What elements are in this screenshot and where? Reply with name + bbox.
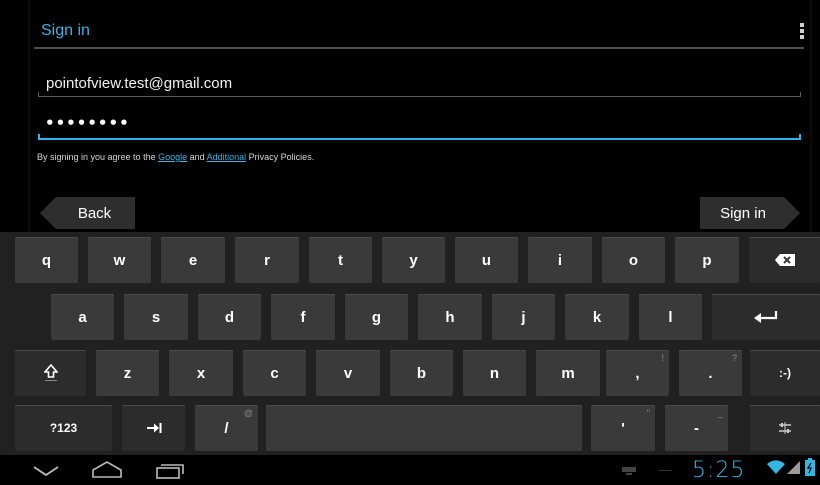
- password-field[interactable]: ••••••••: [36, 114, 801, 138]
- key-p[interactable]: p: [675, 237, 739, 283]
- key-period[interactable]: . ?: [679, 350, 742, 396]
- symbols-key[interactable]: ?123: [15, 405, 112, 451]
- key-b[interactable]: b: [390, 350, 453, 396]
- legal-prefix: By signing in you agree to the: [37, 152, 159, 162]
- password-field-underline: [38, 134, 801, 140]
- tab-key[interactable]: [122, 405, 185, 451]
- key-v[interactable]: v: [316, 350, 380, 396]
- legal-mid: and: [187, 152, 207, 162]
- status-divider: [658, 470, 672, 471]
- battery-icon: [805, 458, 815, 476]
- key-apostrophe-label: ': [621, 419, 625, 437]
- key-x[interactable]: x: [169, 350, 233, 396]
- key-j[interactable]: j: [492, 294, 555, 340]
- title-divider: [34, 47, 804, 49]
- key-c[interactable]: c: [243, 350, 306, 396]
- key-y[interactable]: y: [382, 237, 445, 283]
- overflow-menu-icon[interactable]: [799, 23, 805, 41]
- key-slash[interactable]: / @: [195, 405, 258, 451]
- nav-home-icon[interactable]: [92, 461, 122, 479]
- page-title: Sign in: [41, 22, 90, 39]
- signin-button[interactable]: Sign in: [700, 197, 800, 229]
- key-dash-hint: _: [717, 408, 723, 418]
- smiley-key[interactable]: :-): [750, 350, 820, 396]
- key-d[interactable]: d: [198, 294, 261, 340]
- key-comma[interactable]: , !: [606, 350, 669, 396]
- key-o[interactable]: o: [602, 237, 665, 283]
- screen: Sign in pointofview.test@gmail.com •••••…: [0, 0, 820, 485]
- key-k[interactable]: k: [565, 294, 629, 340]
- keyboard-settings-key[interactable]: [750, 405, 820, 451]
- email-field-underline: [38, 92, 801, 97]
- key-q[interactable]: q: [15, 237, 78, 283]
- shift-icon: [43, 364, 58, 381]
- nav-recents-icon[interactable]: [156, 463, 184, 479]
- key-a[interactable]: a: [51, 294, 114, 340]
- key-t[interactable]: t: [309, 237, 372, 283]
- legal-text: By signing in you agree to the Google an…: [37, 152, 314, 162]
- key-apostrophe-hint: ": [646, 408, 650, 418]
- key-m[interactable]: m: [536, 350, 600, 396]
- key-i[interactable]: i: [528, 237, 592, 283]
- key-period-label: .: [708, 364, 713, 382]
- backspace-key[interactable]: [749, 237, 820, 283]
- soft-keyboard: q w e r t y u i o p a s d f g h j k l z …: [0, 232, 820, 455]
- key-u[interactable]: u: [455, 237, 518, 283]
- nav-back-icon[interactable]: [33, 465, 59, 477]
- signal-icon: [787, 461, 800, 474]
- panel-frame-right: [810, 0, 812, 232]
- tab-icon: [146, 423, 161, 433]
- panel-frame-left: [28, 0, 30, 232]
- key-g[interactable]: g: [345, 294, 408, 340]
- backspace-icon: [774, 254, 795, 266]
- keyboard-indicator-icon: [622, 467, 636, 475]
- key-comma-hint: !: [661, 353, 664, 363]
- legal-suffix: Privacy Policies.: [246, 152, 315, 162]
- key-w[interactable]: w: [88, 237, 151, 283]
- key-comma-label: ,: [635, 364, 640, 382]
- key-l[interactable]: l: [639, 294, 702, 340]
- enter-icon: [754, 311, 778, 323]
- key-dash-label: -: [694, 419, 699, 437]
- key-s[interactable]: s: [124, 294, 188, 340]
- key-e[interactable]: e: [161, 237, 225, 283]
- key-r[interactable]: r: [235, 237, 299, 283]
- key-z[interactable]: z: [96, 350, 159, 396]
- key-n[interactable]: n: [463, 350, 526, 396]
- key-slash-hint: @: [243, 408, 253, 418]
- key-slash-label: /: [224, 419, 229, 437]
- back-button[interactable]: Back: [40, 197, 135, 229]
- wifi-icon: [767, 460, 785, 474]
- status-clock: 5:25: [692, 458, 746, 483]
- shift-key[interactable]: [15, 350, 86, 396]
- keyboard-settings-icon: [779, 422, 791, 434]
- key-dash[interactable]: - _: [665, 405, 728, 451]
- key-f[interactable]: f: [271, 294, 335, 340]
- enter-key[interactable]: [712, 294, 820, 340]
- space-key[interactable]: [266, 405, 582, 451]
- additional-privacy-link[interactable]: Additional: [207, 152, 247, 162]
- key-apostrophe[interactable]: ' ": [591, 405, 655, 451]
- key-h[interactable]: h: [418, 294, 482, 340]
- google-privacy-link[interactable]: Google: [158, 152, 187, 162]
- key-period-hint: ?: [731, 353, 737, 363]
